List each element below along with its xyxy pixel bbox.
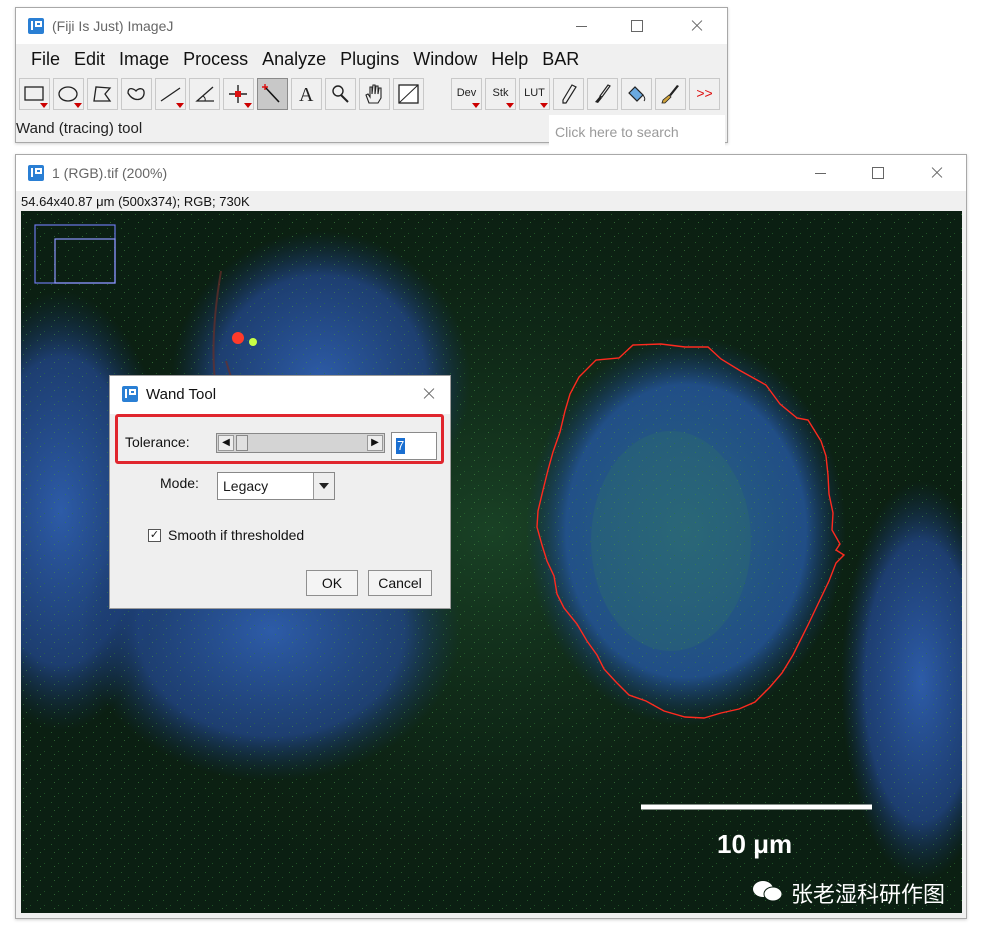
slider-right-arrow-icon[interactable]: ▶ — [367, 435, 383, 451]
watermark-text: 张老湿科研作图 — [791, 882, 946, 907]
paintbrush-icon — [595, 84, 611, 103]
menu-help[interactable]: Help — [484, 47, 535, 71]
pencil-tool-button[interactable] — [553, 78, 584, 110]
more-tools-button[interactable]: >> — [689, 78, 720, 110]
tolerance-slider[interactable]: ◀ ▶ — [216, 433, 385, 453]
svg-text:A: A — [299, 84, 314, 105]
angle-icon — [195, 86, 214, 102]
menu-window[interactable]: Window — [406, 47, 484, 71]
mode-label: Mode: — [160, 475, 199, 491]
dialog-close-button[interactable] — [406, 380, 452, 408]
magnifier-tool-button[interactable] — [325, 78, 356, 110]
fiji-app-icon — [28, 18, 44, 34]
more-tools-label: >> — [696, 85, 713, 101]
image-info: 54.64x40.87 μm (500x374); RGB; 730K — [21, 194, 250, 209]
hand-icon — [365, 84, 382, 104]
line-icon — [160, 87, 181, 102]
menu-image[interactable]: Image — [112, 47, 176, 71]
paint-bucket-icon — [628, 86, 646, 102]
mode-select[interactable]: Legacy — [217, 472, 335, 500]
rectangle-icon — [24, 86, 44, 101]
maximize-button[interactable] — [614, 12, 660, 40]
lut-menu-button[interactable]: LUT — [519, 78, 550, 110]
menu-plugins[interactable]: Plugins — [333, 47, 406, 71]
main-titlebar: (Fiji Is Just) ImageJ — [16, 8, 727, 44]
wand-icon — [262, 84, 280, 103]
paintbrush-tool-button[interactable] — [587, 78, 618, 110]
minimize-button[interactable] — [559, 12, 605, 40]
wand-tool-dialog: Wand Tool Tolerance: ◀ ▶ 7 Mode: Legacy … — [109, 375, 451, 609]
magnifier-icon — [332, 85, 349, 103]
mode-selected-value: Legacy — [223, 478, 269, 494]
close-button[interactable] — [674, 12, 720, 40]
angle-tool-button[interactable] — [189, 78, 220, 110]
menu-analyze[interactable]: Analyze — [255, 47, 333, 71]
image-minimize-button[interactable] — [798, 159, 844, 187]
color-picker-icon — [398, 84, 419, 104]
image-maximize-button[interactable] — [855, 159, 901, 187]
polygon-icon — [93, 86, 112, 102]
brush-icon — [661, 85, 679, 104]
tolerance-label: Tolerance: — [125, 434, 190, 450]
smooth-checkbox[interactable]: ✓ — [148, 529, 161, 542]
hand-tool-button[interactable] — [359, 78, 390, 110]
dialog-icon — [122, 386, 138, 402]
text-icon: A — [299, 84, 314, 105]
line-tool-button[interactable] — [155, 78, 186, 110]
freehand-tool-button[interactable] — [121, 78, 152, 110]
freehand-icon — [127, 87, 145, 101]
dialog-titlebar: Wand Tool — [110, 376, 450, 414]
pencil-icon — [562, 84, 577, 104]
stk-menu-button[interactable]: Stk — [485, 78, 516, 110]
menu-file[interactable]: File — [24, 47, 67, 71]
slider-thumb[interactable] — [236, 435, 248, 451]
cancel-button[interactable]: Cancel — [368, 570, 432, 596]
image-window-title: 1 (RGB).tif (200%) — [52, 165, 168, 181]
image-window-icon — [28, 165, 44, 181]
tolerance-input[interactable]: 7 — [391, 432, 437, 460]
search-field[interactable]: Click here to search — [549, 115, 725, 149]
color-picker-tool-button[interactable] — [393, 78, 424, 110]
rectangle-tool-button[interactable] — [19, 78, 50, 110]
point-icon — [229, 85, 247, 103]
dev-label: Dev — [456, 87, 477, 99]
menu-edit[interactable]: Edit — [67, 47, 112, 71]
wechat-icon — [752, 879, 783, 902]
polygon-tool-button[interactable] — [87, 78, 118, 110]
lut-label: LUT — [524, 87, 545, 99]
stk-label: Stk — [492, 87, 509, 99]
chevron-down-icon[interactable] — [313, 473, 334, 499]
slider-left-arrow-icon[interactable]: ◀ — [218, 435, 234, 451]
image-close-button[interactable] — [914, 159, 960, 187]
dev-menu-button[interactable]: Dev — [451, 78, 482, 110]
main-window-title: (Fiji Is Just) ImageJ — [52, 18, 174, 34]
oval-tool-button[interactable] — [53, 78, 84, 110]
smooth-label: Smooth if thresholded — [168, 527, 305, 543]
flood-fill-tool-button[interactable] — [621, 78, 652, 110]
ok-button[interactable]: OK — [306, 570, 358, 596]
image-titlebar: 1 (RGB).tif (200%) — [16, 155, 966, 191]
dialog-title: Wand Tool — [146, 386, 217, 403]
brush-tool-button[interactable] — [655, 78, 686, 110]
menu-bar: File Edit Image Process Analyze Plugins … — [24, 47, 586, 71]
imagej-main-window: (Fiji Is Just) ImageJ File Edit Image Pr… — [15, 7, 728, 149]
tolerance-value: 7 — [396, 438, 406, 454]
text-tool-button[interactable]: A — [291, 78, 322, 110]
menu-process[interactable]: Process — [176, 47, 255, 71]
menu-bar-plugin[interactable]: BAR — [535, 47, 586, 71]
status-text: Wand (tracing) tool — [16, 120, 143, 137]
wand-tool-button[interactable] — [257, 78, 288, 110]
scale-bar-label: 10 μm — [717, 829, 793, 859]
oval-icon — [58, 86, 78, 102]
point-tool-button[interactable] — [223, 78, 254, 110]
